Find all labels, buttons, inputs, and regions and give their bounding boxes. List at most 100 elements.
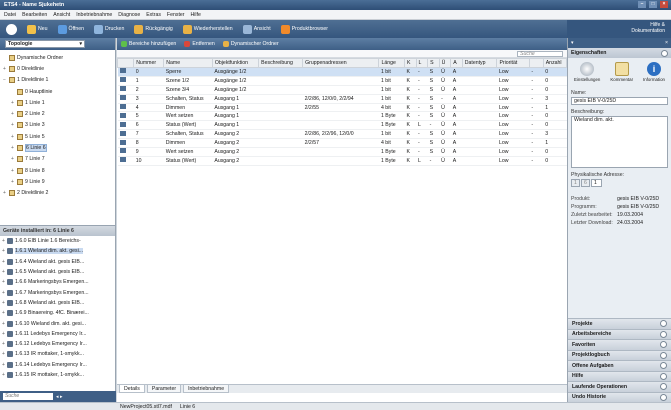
column-header[interactable]: K [403, 58, 417, 68]
column-header[interactable] [528, 58, 544, 68]
column-header[interactable]: Beschreibung [258, 58, 304, 68]
table-row[interactable]: 2 Szene 3/4 Ausgänge 1/2 1 bit K - S Ü A Low -0 [117, 85, 567, 95]
device-item[interactable]: +1.6.6 Markeringsbys Emergen... [0, 277, 115, 287]
column-header[interactable]: Gruppenadressen [302, 58, 380, 68]
expand-circle-icon[interactable] [660, 330, 667, 338]
column-header[interactable]: Anzahl [542, 58, 568, 68]
table-row[interactable]: 5 Wert setzen Ausgang 11 Byte K - S Ü A Low -0 [117, 111, 567, 122]
accordion-item[interactable]: Favoriten [568, 339, 671, 350]
device-item[interactable]: +1.6.1 Wieland dim. akt. gesi... [0, 246, 115, 256]
column-header[interactable]: Länge [378, 58, 405, 68]
menu-item[interactable]: Datei [4, 12, 16, 18]
address-device[interactable]: 1 [591, 179, 602, 187]
device-item[interactable]: +1.6.7 Markeringsbys Emergen... [0, 287, 115, 297]
tab-settings[interactable]: Einstellungen [574, 62, 600, 82]
tab-information[interactable]: i Information [643, 62, 665, 82]
tree-item[interactable]: +3 Linie 3 [0, 120, 115, 131]
menu-item[interactable]: Fenster [167, 12, 185, 18]
tree-item[interactable]: +2 Direktlinie 2 [0, 188, 115, 199]
tree-item[interactable]: +7 Linie 7 [0, 154, 115, 165]
column-header[interactable]: Ü [438, 58, 452, 68]
device-item[interactable]: +1.6.8 Wieland akt. gesis EIB... [0, 298, 115, 308]
remove-button[interactable]: Entfernen [184, 41, 215, 47]
device-item[interactable]: +1.6.12 Ledebys Emergency Ir... [0, 339, 115, 349]
tree-item[interactable]: Dynamische Ordner [0, 52, 115, 63]
right-panel-close-icon[interactable]: × [665, 40, 668, 46]
left-search-input[interactable]: Suche [3, 393, 53, 400]
properties-header[interactable]: Eigenschaften [568, 48, 671, 58]
print-button[interactable]: Drucken [94, 24, 124, 34]
device-item[interactable]: +1.6.4 Wieland akt. gesis EIB... [0, 257, 115, 267]
description-field[interactable]: Wieland dim. akt. [571, 116, 668, 168]
accordion-item[interactable]: Undo Historie [568, 391, 671, 402]
menu-item[interactable]: Ansicht [53, 12, 70, 18]
table-row[interactable]: 7 Schalten, Status Ausgang 2 2/2/86, 2/2/96… [117, 129, 567, 140]
expand-circle-icon[interactable] [660, 320, 667, 328]
tree-item[interactable]: +5 Linie 5 [0, 131, 115, 142]
redo-button[interactable]: Wiederherstellen [182, 24, 233, 34]
search-options-icon[interactable]: ◂ ▸ [56, 394, 63, 400]
tree-item[interactable]: +1 Linie 1 [0, 97, 115, 108]
tab-details[interactable]: Details [119, 385, 145, 393]
tab-parameter[interactable]: Parameter [146, 385, 182, 393]
maximize-button[interactable]: □ [649, 1, 657, 8]
new-button[interactable]: Neu [27, 24, 48, 34]
tree-item[interactable]: −1 Direktlinie 1 [0, 75, 115, 86]
column-header[interactable]: Datentyp [461, 58, 498, 68]
expand-circle-icon[interactable] [660, 341, 667, 349]
accordion-item[interactable]: Arbeitsbereiche [568, 328, 671, 339]
tree-item[interactable]: +0 Direktlinie [0, 63, 115, 74]
column-header[interactable]: Nummer [133, 58, 165, 68]
device-item[interactable]: +1.6.0 EIB Linie 1.6 Bereichs- [0, 236, 115, 246]
accordion-item[interactable]: Laufende Operationen [568, 381, 671, 392]
expand-circle-icon[interactable] [660, 362, 667, 370]
accordion-item[interactable]: Projekte [568, 318, 671, 329]
tree-item[interactable]: +9 Linie 9 [0, 176, 115, 187]
tree-item[interactable]: 0 Hauptlinie [0, 86, 115, 97]
menu-item[interactable]: Hilfe [191, 12, 201, 18]
tree-item[interactable]: +8 Linie 8 [0, 165, 115, 176]
column-header[interactable] [116, 58, 135, 68]
expand-circle-icon[interactable] [660, 393, 667, 401]
table-row[interactable]: 9 Wert setzen Ausgang 21 Byte K - S Ü A Low -0 [117, 147, 567, 157]
add-ranges-button[interactable]: Bereiche hinzufügen [121, 41, 176, 47]
table-row[interactable]: 6 Status (Wert) Ausgang 11 Byte K L - Ü A Low -0 [117, 120, 567, 131]
device-item[interactable]: +1.6.13 IR mottaker, 1-smykk... [0, 349, 115, 359]
product-browser-button[interactable]: Produktbrowser [280, 24, 328, 34]
device-item[interactable]: +1.6.9 Binaereing. 4fC. Binærei... [0, 308, 115, 318]
tab-inbetriebnahme[interactable]: Inbetriebnahme [183, 385, 230, 393]
open-button[interactable]: Öffnen [57, 24, 84, 34]
column-header[interactable]: L [415, 58, 429, 68]
device-item[interactable]: +1.6.5 Wieland akt. gesis EIB... [0, 267, 115, 277]
dynamic-folder-button[interactable]: Dynamischer Ordner [222, 41, 279, 47]
tree-item[interactable]: +6 Linie 6 [0, 142, 115, 153]
device-item[interactable]: +1.6.10 Wieland dim. akt. gesi... [0, 318, 115, 328]
tab-comment[interactable]: Kommentar [610, 62, 633, 82]
name-field[interactable]: gesis EIB V-0/25D [571, 97, 668, 105]
close-button[interactable]: × [660, 1, 668, 8]
table-row[interactable]: 1 Szene 1/2 Ausgänge 1/2 1 bit K - S Ü A Low -0 [117, 76, 567, 86]
device-item[interactable]: +1.6.14 Ledebys Emergency Ir... [0, 360, 115, 370]
minimize-button[interactable]: – [638, 1, 646, 8]
expand-circle-icon[interactable] [660, 351, 667, 359]
table-row[interactable]: 0 Sperre Ausgänge 1/2 1 bit K - S Ü A Low -0 [117, 67, 567, 77]
menu-item[interactable]: Bearbeiten [22, 12, 47, 18]
menu-item[interactable]: Inbetriebnahme [76, 12, 112, 18]
right-panel-menu-icon[interactable]: ▾ [571, 40, 574, 46]
table-row[interactable]: 3 Schalten, Status Ausgang 1 2/2/86, 12/0/0… [117, 94, 567, 104]
undo-button[interactable]: Rückgängig [134, 24, 173, 34]
accordion-item[interactable]: Hilfe [568, 370, 671, 381]
table-row[interactable]: 4 Dimmen Ausgang 1 2/2/55 4 bit K - S Ü A Low -1 [117, 103, 567, 113]
column-header[interactable]: Name [163, 58, 213, 68]
view-selector[interactable]: Topologie [5, 40, 85, 48]
menu-item[interactable]: Extras [146, 12, 161, 18]
table-row[interactable]: 8 Dimmen Ausgang 2 2/2/57 4 bit K - S Ü A Low -1 [117, 138, 567, 149]
device-item[interactable]: +1.6.15 IR mottaker, 1-smykk... [0, 370, 115, 380]
column-header[interactable]: Objektfunktion [211, 58, 260, 68]
expand-circle-icon[interactable] [660, 372, 667, 380]
menu-item[interactable]: Diagnose [118, 12, 140, 18]
center-search-input[interactable]: Suche [517, 51, 563, 57]
tree-item[interactable]: +2 Linie 2 [0, 108, 115, 119]
column-header[interactable]: A [450, 58, 463, 68]
column-header[interactable]: S [427, 58, 440, 68]
